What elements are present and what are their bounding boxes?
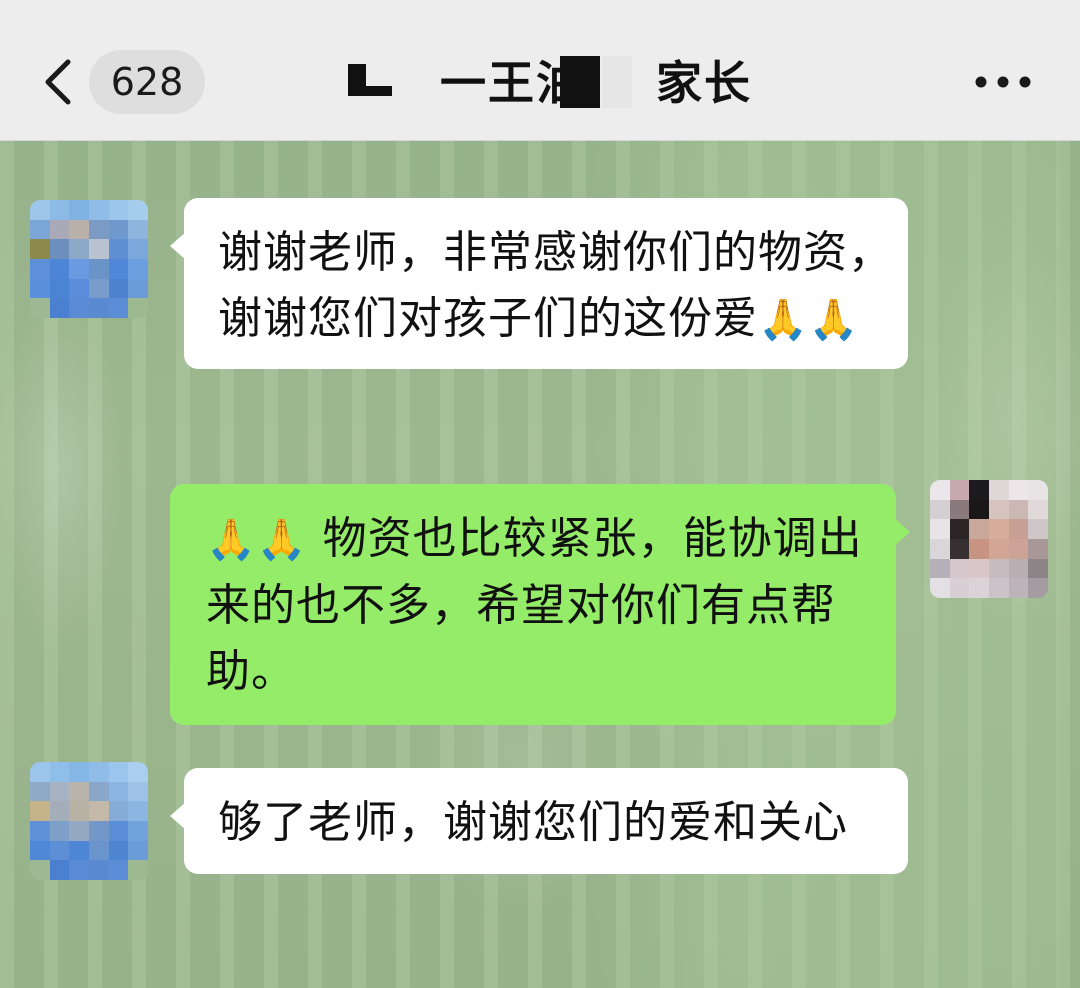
chat-title-suffix: 家长 (656, 56, 752, 110)
my-avatar[interactable] (930, 480, 1048, 598)
sender-avatar[interactable] (30, 762, 148, 880)
bubble-tail (894, 518, 910, 546)
redaction-block (560, 56, 600, 108)
folded-hands-emoji: 🙏🙏 (206, 517, 308, 563)
more-horizontal-icon (975, 76, 1031, 88)
message-text: 谢谢老师，非常感谢你们的物资，谢谢您们对孩子们的这份爱🙏🙏 (218, 227, 893, 344)
chevron-left-icon (45, 59, 71, 105)
bubble-tail (170, 802, 186, 830)
message-bubble[interactable]: 够了老师，谢谢您们的爱和关心 (170, 768, 908, 874)
more-options-button[interactable] (968, 62, 1038, 102)
chat-header: 628 一王泊 家长 (0, 0, 1080, 141)
redaction-block (602, 56, 632, 108)
message-text: 🙏🙏 物资也比较紧张，能协调出来的也不多，希望对你们有点帮助。 (206, 513, 863, 697)
message-text: 够了老师，谢谢您们的爱和关心 (218, 797, 848, 848)
folded-hands-emoji: 🙏🙏 (758, 297, 860, 343)
bubble-tail (170, 232, 186, 260)
unread-count-badge[interactable]: 628 (89, 50, 205, 114)
redaction-block (348, 86, 392, 96)
back-button[interactable] (38, 52, 78, 112)
sender-avatar[interactable] (30, 200, 148, 318)
message-bubble[interactable]: 谢谢老师，非常感谢你们的物资，谢谢您们对孩子们的这份爱🙏🙏 (170, 198, 908, 369)
chat-title: 一王泊 家长 (330, 50, 750, 120)
message-bubble[interactable]: 🙏🙏 物资也比较紧张，能协调出来的也不多，希望对你们有点帮助。 (170, 484, 910, 725)
